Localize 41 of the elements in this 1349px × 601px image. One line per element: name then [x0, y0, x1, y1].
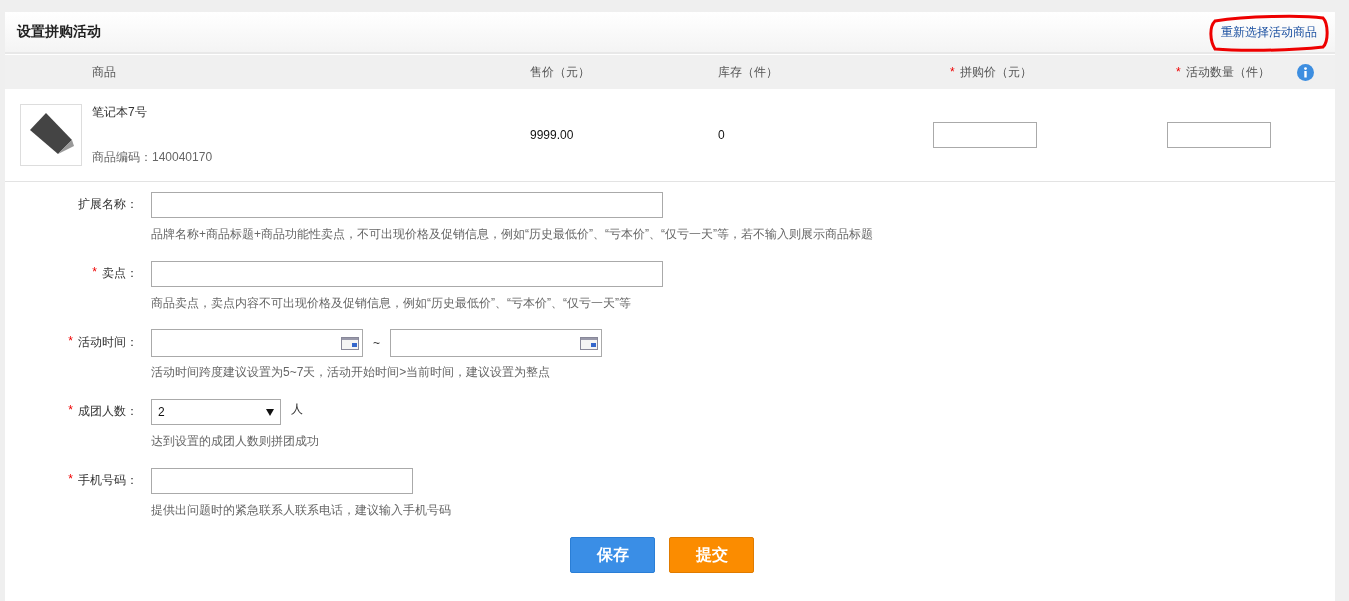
text-input[interactable]: [151, 261, 663, 287]
product-name: 笔记本7号: [92, 104, 148, 121]
field-hint: 达到设置的成团人数则拼团成功: [151, 433, 319, 450]
required-mark: *: [68, 472, 73, 486]
field-label: 扩展名称：: [78, 196, 138, 213]
panel-title: 设置拼购活动: [17, 23, 101, 41]
column-header: 拼购价（元）: [959, 63, 1032, 81]
required-mark: *: [1176, 65, 1181, 79]
phone-input[interactable]: [151, 468, 413, 494]
product-code: 商品编码：140040170: [92, 149, 213, 166]
column-header: 活动数量（件）: [1185, 63, 1270, 81]
dropdown-arrow-icon: [266, 408, 274, 416]
quantity-input[interactable]: [1167, 122, 1271, 148]
info-icon[interactable]: [1296, 63, 1314, 81]
field-label: 成团人数：: [78, 403, 138, 420]
required-mark: *: [92, 265, 97, 279]
date-input[interactable]: [390, 329, 602, 357]
date-input[interactable]: [151, 329, 363, 357]
range-separator: ~: [373, 336, 380, 350]
field-hint: 活动时间跨度建议设置为5~7天，活动开始时间>当前时间，建议设置为整点: [151, 364, 552, 381]
laptop-image: [20, 104, 82, 166]
group-size-select[interactable]: 2: [151, 399, 281, 425]
unit-label: 人: [291, 400, 303, 418]
field-label: 卖点：: [102, 265, 138, 282]
column-header: 商品: [92, 63, 116, 81]
field-hint: 商品卖点，卖点内容不可出现价格及促销信息，例如“历史最低价”、“亏本价”、“仅亏一天”等: [151, 295, 632, 312]
calendar-icon: [341, 336, 359, 350]
group-price-input[interactable]: [933, 122, 1037, 148]
calendar-icon: [580, 336, 598, 350]
column-header: 库存（件）: [718, 63, 778, 81]
required-mark: *: [950, 65, 955, 79]
field-label: 活动时间：: [78, 334, 138, 351]
text-input[interactable]: [151, 192, 663, 218]
column-header: 售价（元）: [530, 63, 590, 81]
field-hint: 品牌名称+商品标题+商品功能性卖点，不可出现价格及促销信息，例如“历史最低价”、“亏本价”、“仅亏一天”等，若不输入则展示商品标题: [151, 226, 873, 243]
field-hint: 提供出问题时的紧急联系人联系电话，建议输入手机号码: [151, 502, 451, 519]
stock-cell: 0: [718, 128, 725, 142]
price-cell: 9999.00: [530, 128, 574, 142]
field-label: 手机号码：: [78, 472, 138, 489]
required-mark: *: [68, 334, 73, 348]
required-mark: *: [68, 403, 73, 417]
